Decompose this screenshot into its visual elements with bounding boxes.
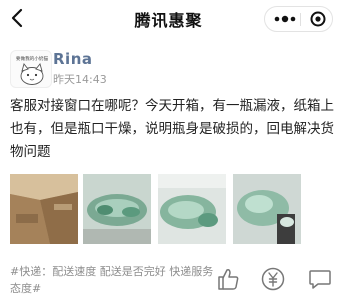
username[interactable]: Rina	[53, 50, 93, 68]
back-arrow-icon[interactable]	[8, 6, 28, 30]
capsule-divider	[300, 13, 301, 26]
post-content: 客服对接窗口在哪呢？今天开箱，有一瓶漏液，纸箱上也有，但是瓶口干燥，说明瓶身是破…	[10, 98, 334, 160]
svg-text:要做我的小奶猫: 要做我的小奶猫	[16, 55, 49, 62]
page-title: 腾讯惠聚	[134, 11, 203, 30]
photo-2[interactable]	[83, 174, 151, 244]
yuan-coin-icon[interactable]	[260, 266, 286, 292]
photo-4[interactable]	[233, 174, 301, 244]
post-tags[interactable]: #快递：配送速度 配送是否完好 快递服务态度#	[10, 263, 215, 297]
mini-program-capsule	[264, 6, 333, 32]
photo-1[interactable]	[10, 174, 78, 244]
photo-3[interactable]	[158, 174, 226, 244]
nav-bar: 腾讯惠聚	[0, 0, 337, 38]
more-dots-icon[interactable]	[273, 13, 297, 25]
post-time: 昨天14:43	[53, 73, 107, 86]
photo-grid	[10, 174, 330, 244]
comment-bubble-icon[interactable]	[307, 266, 333, 292]
close-circle-icon[interactable]	[310, 11, 326, 27]
thumbs-up-icon[interactable]	[215, 266, 241, 292]
avatar[interactable]: 要做我的小奶猫	[10, 50, 52, 88]
